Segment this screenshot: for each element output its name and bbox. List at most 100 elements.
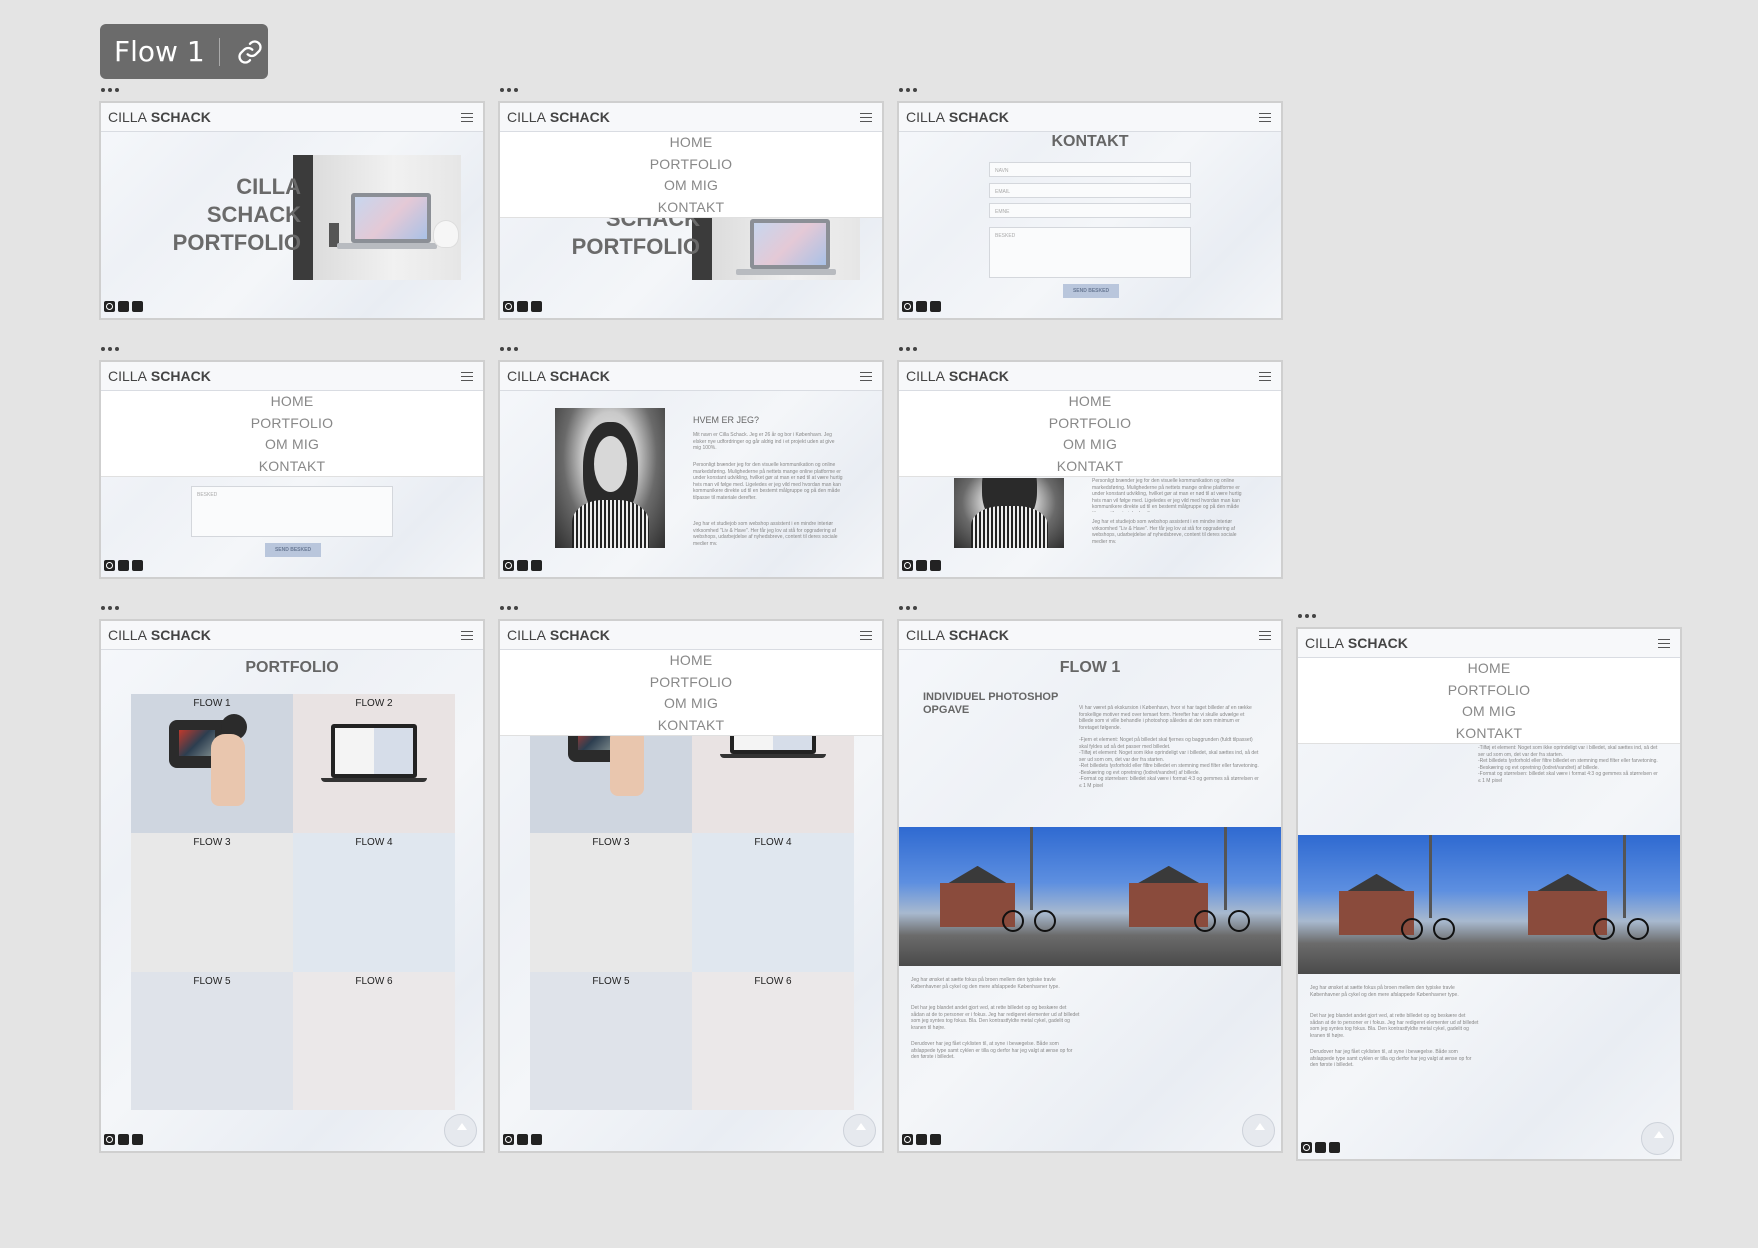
portfolio-grid: FLOW 1 FLOW 2 FLOW 3 FLOW 4 FLOW 5 FLOW … bbox=[131, 694, 455, 1110]
portfolio-title: PORTFOLIO bbox=[245, 659, 339, 676]
contact-icon[interactable] bbox=[930, 560, 941, 571]
hamburger-icon[interactable] bbox=[1658, 639, 1670, 648]
hamburger-icon[interactable] bbox=[461, 631, 473, 640]
menu-item-home[interactable]: HOME bbox=[1298, 658, 1680, 680]
frame-options-icon[interactable] bbox=[1298, 614, 1316, 618]
instagram-icon[interactable] bbox=[902, 560, 913, 571]
frame-options-icon[interactable] bbox=[500, 88, 518, 92]
frame-options-icon[interactable] bbox=[101, 347, 119, 351]
linkedin-icon[interactable] bbox=[1315, 1142, 1326, 1153]
contact-icon[interactable] bbox=[930, 301, 941, 312]
linkedin-icon[interactable] bbox=[517, 1134, 528, 1145]
scroll-top-button[interactable] bbox=[1641, 1122, 1674, 1155]
frame-options-icon[interactable] bbox=[899, 347, 917, 351]
frame-options-icon[interactable] bbox=[500, 606, 518, 610]
hamburger-icon[interactable] bbox=[860, 372, 872, 381]
menu-item-om-mig[interactable]: OM MIG bbox=[500, 693, 882, 715]
linkedin-icon[interactable] bbox=[916, 560, 927, 571]
linkedin-icon[interactable] bbox=[517, 560, 528, 571]
subject-field[interactable]: EMNE bbox=[989, 203, 1191, 218]
contact-icon[interactable] bbox=[1329, 1142, 1340, 1153]
menu-item-portfolio[interactable]: PORTFOLIO bbox=[500, 154, 882, 176]
menu-item-home[interactable]: HOME bbox=[899, 391, 1281, 413]
menu-item-kontakt[interactable]: KONTAKT bbox=[1298, 723, 1680, 745]
flow-tile-4[interactable]: FLOW 4 bbox=[692, 833, 854, 972]
menu-item-om-mig[interactable]: OM MIG bbox=[101, 434, 483, 456]
send-button[interactable]: SEND BESKED bbox=[265, 543, 321, 557]
flow-tile-5[interactable]: FLOW 5 bbox=[131, 972, 293, 1110]
linkedin-icon[interactable] bbox=[118, 560, 129, 571]
contact-icon[interactable] bbox=[531, 301, 542, 312]
flow-tile-label: FLOW 5 bbox=[592, 976, 630, 987]
send-button[interactable]: SEND BESKED bbox=[1063, 284, 1119, 298]
menu-item-home[interactable]: HOME bbox=[101, 391, 483, 413]
instagram-icon[interactable] bbox=[104, 301, 115, 312]
message-field[interactable]: BESKED bbox=[989, 227, 1191, 278]
frame-options-icon[interactable] bbox=[899, 606, 917, 610]
menu-item-kontakt[interactable]: KONTAKT bbox=[101, 456, 483, 478]
menu-item-portfolio[interactable]: PORTFOLIO bbox=[899, 413, 1281, 435]
instagram-icon[interactable] bbox=[104, 1134, 115, 1145]
menu-item-om-mig[interactable]: OM MIG bbox=[899, 434, 1281, 456]
contact-icon[interactable] bbox=[930, 1134, 941, 1145]
message-field[interactable]: BESKED bbox=[191, 486, 393, 537]
site-header: CILLA SCHACK bbox=[101, 362, 483, 391]
frame-options-icon[interactable] bbox=[500, 347, 518, 351]
hamburger-icon[interactable] bbox=[1259, 372, 1271, 381]
linkedin-icon[interactable] bbox=[118, 1134, 129, 1145]
menu-item-om-mig[interactable]: OM MIG bbox=[1298, 701, 1680, 723]
instagram-icon[interactable] bbox=[902, 1134, 913, 1145]
menu-item-portfolio[interactable]: PORTFOLIO bbox=[1298, 680, 1680, 702]
instagram-icon[interactable] bbox=[1301, 1142, 1312, 1153]
instagram-icon[interactable] bbox=[104, 560, 115, 571]
menu-item-kontakt[interactable]: KONTAKT bbox=[500, 197, 882, 219]
site-header: CILLA SCHACK bbox=[101, 621, 483, 650]
contact-icon[interactable] bbox=[132, 560, 143, 571]
flow-description: -Tilføj et element: Noget som ikke oprin… bbox=[1478, 745, 1658, 784]
flow-label-badge[interactable]: Flow 1 bbox=[100, 24, 268, 79]
link-icon[interactable] bbox=[236, 38, 264, 66]
menu-item-portfolio[interactable]: PORTFOLIO bbox=[101, 413, 483, 435]
name-field[interactable]: NAVN bbox=[989, 162, 1191, 177]
scroll-top-button[interactable] bbox=[843, 1114, 876, 1147]
contact-icon[interactable] bbox=[531, 560, 542, 571]
linkedin-icon[interactable] bbox=[916, 1134, 927, 1145]
linkedin-icon[interactable] bbox=[916, 301, 927, 312]
menu-item-portfolio[interactable]: PORTFOLIO bbox=[500, 672, 882, 694]
frame-options-icon[interactable] bbox=[101, 606, 119, 610]
contact-icon[interactable] bbox=[132, 1134, 143, 1145]
linkedin-icon[interactable] bbox=[517, 301, 528, 312]
flow-tile-1[interactable]: FLOW 1 bbox=[131, 694, 293, 833]
scroll-top-button[interactable] bbox=[1242, 1114, 1275, 1147]
scroll-top-button[interactable] bbox=[444, 1114, 477, 1147]
hamburger-icon[interactable] bbox=[461, 372, 473, 381]
instagram-icon[interactable] bbox=[503, 301, 514, 312]
contact-icon[interactable] bbox=[132, 301, 143, 312]
frame-options-icon[interactable] bbox=[899, 88, 917, 92]
flow-tile-2[interactable]: FLOW 2 bbox=[293, 694, 455, 833]
instagram-icon[interactable] bbox=[902, 301, 913, 312]
flow-tile-3[interactable]: FLOW 3 bbox=[131, 833, 293, 972]
portrait-photo bbox=[555, 408, 665, 548]
menu-item-kontakt[interactable]: KONTAKT bbox=[899, 456, 1281, 478]
menu-item-home[interactable]: HOME bbox=[500, 650, 882, 672]
hamburger-icon[interactable] bbox=[860, 113, 872, 122]
flow-tile-5[interactable]: FLOW 5 bbox=[530, 972, 692, 1110]
hamburger-icon[interactable] bbox=[461, 113, 473, 122]
menu-item-home[interactable]: HOME bbox=[500, 132, 882, 154]
hamburger-icon[interactable] bbox=[860, 631, 872, 640]
instagram-icon[interactable] bbox=[503, 1134, 514, 1145]
flow-tile-6[interactable]: FLOW 6 bbox=[692, 972, 854, 1110]
hamburger-icon[interactable] bbox=[1259, 113, 1271, 122]
contact-icon[interactable] bbox=[531, 1134, 542, 1145]
linkedin-icon[interactable] bbox=[118, 301, 129, 312]
flow-tile-6[interactable]: FLOW 6 bbox=[293, 972, 455, 1110]
hamburger-icon[interactable] bbox=[1259, 631, 1271, 640]
flow-tile-3[interactable]: FLOW 3 bbox=[530, 833, 692, 972]
flow-tile-4[interactable]: FLOW 4 bbox=[293, 833, 455, 972]
frame-options-icon[interactable] bbox=[101, 88, 119, 92]
menu-item-om-mig[interactable]: OM MIG bbox=[500, 175, 882, 197]
email-field[interactable]: EMAIL bbox=[989, 183, 1191, 198]
menu-item-kontakt[interactable]: KONTAKT bbox=[500, 715, 882, 737]
instagram-icon[interactable] bbox=[503, 560, 514, 571]
